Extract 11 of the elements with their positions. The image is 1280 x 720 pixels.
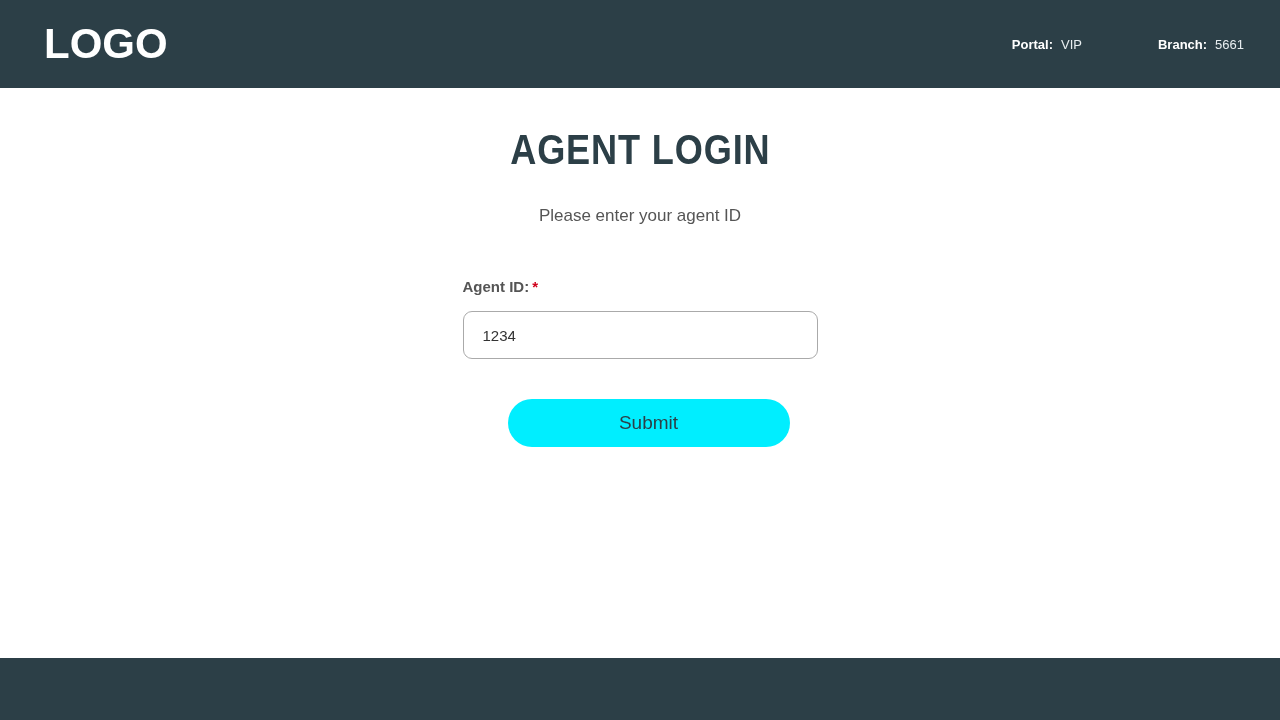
info-label: Portal: (1011, 36, 1053, 52)
info-value: VIP (1061, 36, 1082, 52)
subtitle: Please enter your agent ID (538, 206, 742, 226)
logo: LOGO (44, 20, 168, 68)
page-title: AGENT LOGIN (509, 126, 771, 174)
field-label: Agent ID: (462, 278, 530, 295)
agent-id-field[interactable]: 1234 (462, 311, 818, 359)
info-label: Branch: (1157, 36, 1208, 52)
submit-button[interactable]: Submit (507, 399, 790, 447)
required-mark: * (532, 278, 538, 295)
info-value: 5661 (1215, 36, 1244, 52)
